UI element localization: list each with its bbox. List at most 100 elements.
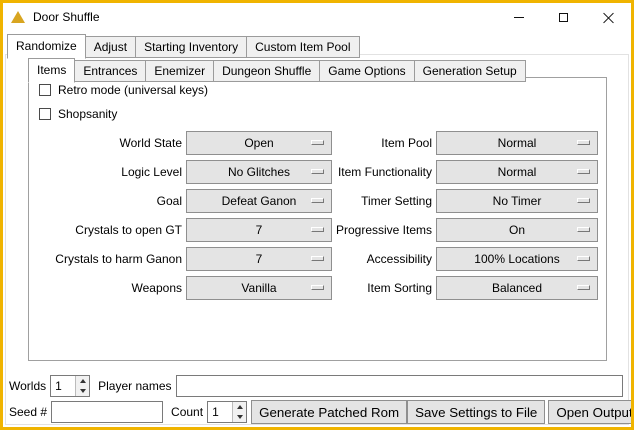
logic-level-dropdown[interactable]: No Glitches <box>186 160 332 184</box>
timer-setting-dropdown[interactable]: No Timer <box>436 189 598 213</box>
item-functionality-value: Normal <box>498 165 537 179</box>
minimize-button[interactable] <box>496 3 541 31</box>
save-settings-button[interactable]: Save Settings to File <box>407 400 545 424</box>
worlds-spinbox[interactable]: 1 <box>50 375 90 397</box>
timer-setting-label: Timer Setting <box>332 194 432 208</box>
inner-tab-bar: Items Entrances Enemizer Dungeon Shuffle… <box>28 58 525 82</box>
shopsanity-checkbox-row: Shopsanity <box>39 107 117 121</box>
count-spin-arrows <box>232 402 246 422</box>
maximize-button[interactable] <box>541 3 586 31</box>
retro-mode-checkbox[interactable] <box>39 84 51 96</box>
dropdown-indicator-icon <box>577 285 590 290</box>
window-controls <box>496 3 631 31</box>
world-state-dropdown[interactable]: Open <box>186 131 332 155</box>
goal-dropdown[interactable]: Defeat Ganon <box>186 189 332 213</box>
seed-label: Seed # <box>9 405 47 419</box>
accessibility-dropdown[interactable]: 100% Locations <box>436 247 598 271</box>
tab-generation-setup[interactable]: Generation Setup <box>414 60 526 82</box>
spin-up-button[interactable] <box>233 402 246 412</box>
dropdown-indicator-icon <box>311 256 324 261</box>
world-state-label: World State <box>29 136 182 150</box>
crystals-open-gt-dropdown[interactable]: 7 <box>186 218 332 242</box>
item-functionality-dropdown[interactable]: Normal <box>436 160 598 184</box>
item-pool-value: Normal <box>498 136 537 150</box>
dropdown-indicator-icon <box>311 198 324 203</box>
shopsanity-label: Shopsanity <box>58 107 117 121</box>
item-sorting-value: Balanced <box>492 281 542 295</box>
dropdown-indicator-icon <box>577 140 590 145</box>
player-names-label: Player names <box>98 379 171 393</box>
tab-game-options[interactable]: Game Options <box>319 60 414 82</box>
app-icon <box>11 11 25 23</box>
arrow-down-icon <box>237 415 243 419</box>
close-icon <box>603 12 614 23</box>
shopsanity-checkbox[interactable] <box>39 108 51 120</box>
dropdown-indicator-icon <box>577 227 590 232</box>
worlds-label: Worlds <box>9 379 46 393</box>
spin-down-button[interactable] <box>233 412 246 422</box>
world-state-value: Open <box>244 136 273 150</box>
tab-custom-item-pool[interactable]: Custom Item Pool <box>246 36 359 58</box>
dropdown-indicator-icon <box>577 256 590 261</box>
item-sorting-label: Item Sorting <box>332 281 432 295</box>
crystals-open-gt-value: 7 <box>256 223 263 237</box>
arrow-up-icon <box>80 379 86 383</box>
window: Door Shuffle Randomize Adjust Starting I… <box>0 0 634 430</box>
option-row: Goal Defeat Ganon Timer Setting No Timer <box>29 189 606 213</box>
tab-items[interactable]: Items <box>28 58 75 83</box>
count-value: 1 <box>208 402 232 422</box>
dropdown-indicator-icon <box>577 169 590 174</box>
outer-tab-bar: Randomize Adjust Starting Inventory Cust… <box>7 34 359 58</box>
goal-value: Defeat Ganon <box>222 194 297 208</box>
worlds-value: 1 <box>51 376 75 396</box>
option-row: Crystals to open GT 7 Progressive Items … <box>29 218 606 242</box>
tab-starting-inventory[interactable]: Starting Inventory <box>135 36 247 58</box>
arrow-down-icon <box>80 389 86 393</box>
spin-down-button[interactable] <box>76 386 89 396</box>
crystals-harm-ganon-value: 7 <box>256 252 263 266</box>
worlds-row: Worlds 1 Player names <box>9 374 623 397</box>
items-pane: Retro mode (universal keys) Shopsanity W… <box>28 77 607 361</box>
crystals-harm-ganon-label: Crystals to harm Ganon <box>29 252 182 266</box>
weapons-label: Weapons <box>29 281 182 295</box>
item-pool-label: Item Pool <box>332 136 432 150</box>
dropdown-indicator-icon <box>311 169 324 174</box>
seed-row: Seed # Count 1 Generate Patched Rom Save… <box>9 400 623 424</box>
option-row: Crystals to harm Ganon 7 Accessibility 1… <box>29 247 606 271</box>
item-functionality-label: Item Functionality <box>332 165 432 179</box>
progressive-items-value: On <box>509 223 525 237</box>
retro-mode-label: Retro mode (universal keys) <box>58 83 208 97</box>
tab-enemizer[interactable]: Enemizer <box>145 60 214 82</box>
dropdown-indicator-icon <box>311 285 324 290</box>
seed-input[interactable] <box>51 401 163 423</box>
window-title: Door Shuffle <box>33 10 100 24</box>
accessibility-label: Accessibility <box>332 252 432 266</box>
crystals-harm-ganon-dropdown[interactable]: 7 <box>186 247 332 271</box>
dropdown-indicator-icon <box>311 227 324 232</box>
logic-level-label: Logic Level <box>29 165 182 179</box>
retro-mode-checkbox-row: Retro mode (universal keys) <box>39 83 208 97</box>
tab-dungeon-shuffle[interactable]: Dungeon Shuffle <box>213 60 320 82</box>
progressive-items-label: Progressive Items <box>332 223 432 237</box>
item-sorting-dropdown[interactable]: Balanced <box>436 276 598 300</box>
generate-patched-rom-button[interactable]: Generate Patched Rom <box>251 400 407 424</box>
open-output-directory-button[interactable]: Open Output Directory <box>548 400 634 424</box>
close-button[interactable] <box>586 3 631 31</box>
weapons-value: Vanilla <box>241 281 276 295</box>
item-pool-dropdown[interactable]: Normal <box>436 131 598 155</box>
tab-entrances[interactable]: Entrances <box>74 60 146 82</box>
arrow-up-icon <box>237 405 243 409</box>
progressive-items-dropdown[interactable]: On <box>436 218 598 242</box>
tab-randomize[interactable]: Randomize <box>7 34 86 59</box>
spin-up-button[interactable] <box>76 376 89 386</box>
tab-adjust[interactable]: Adjust <box>85 36 136 58</box>
goal-label: Goal <box>29 194 182 208</box>
minimize-icon <box>514 17 524 18</box>
logic-level-value: No Glitches <box>228 165 290 179</box>
count-spinbox[interactable]: 1 <box>207 401 247 423</box>
count-label: Count <box>171 405 203 419</box>
player-names-input[interactable] <box>176 375 624 397</box>
weapons-dropdown[interactable]: Vanilla <box>186 276 332 300</box>
accessibility-value: 100% Locations <box>474 252 559 266</box>
option-row: Logic Level No Glitches Item Functionali… <box>29 160 606 184</box>
